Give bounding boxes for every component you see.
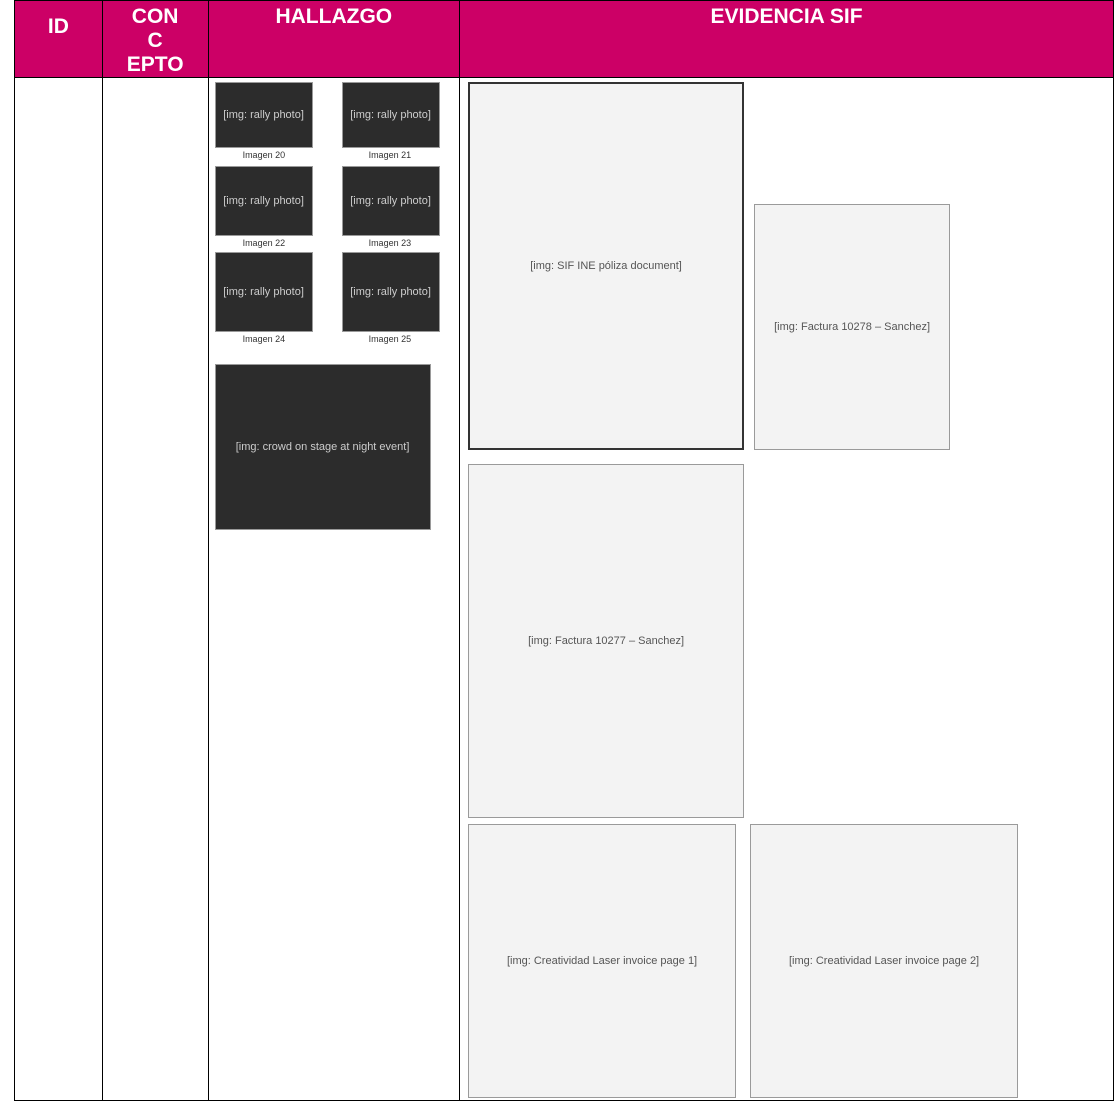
cell-hallazgo: [img: rally photo] Imagen 20 [img: rally… <box>207 77 461 1101</box>
cell-id <box>14 77 103 1101</box>
evidencia-images: [img: SIF INE póliza document] [img: Fac… <box>460 78 1113 1100</box>
creatividad-laser-page-1: [img: Creatividad Laser invoice page 1] <box>468 824 737 1098</box>
findings-table: ID CONC EPTO HALLAZGO EVIDENCIA SIF [img… <box>14 0 1114 1101</box>
photo-21: [img: rally photo] <box>341 82 440 148</box>
caption-20: Imagen 20 <box>242 150 286 160</box>
stage-photo: [img: crowd on stage at night event] <box>214 364 431 530</box>
photo-20: [img: rally photo] <box>214 82 313 148</box>
factura-10277-image: [img: Factura 10277 – Sanchez] <box>468 464 745 818</box>
hallazgo-images: [img: rally photo] Imagen 20 [img: rally… <box>209 78 459 1100</box>
photo-22: [img: rally photo] <box>214 166 313 236</box>
finding-row: [img: rally photo] Imagen 20 [img: rally… <box>14 77 1114 1101</box>
header-id: ID <box>14 0 103 78</box>
factura-10278-image: [img: Factura 10278 – Sanchez] <box>754 204 951 450</box>
caption-23: Imagen 23 <box>368 238 412 248</box>
header-concepto: CONC EPTO <box>101 0 209 78</box>
cell-concepto <box>101 77 209 1101</box>
photo-23: [img: rally photo] <box>341 166 440 236</box>
header-evidencia: EVIDENCIA SIF <box>459 0 1114 78</box>
header-hallazgo: HALLAZGO <box>207 0 461 78</box>
photo-25: [img: rally photo] <box>341 252 440 332</box>
header-concepto-label: CONC EPTO <box>126 5 184 76</box>
cell-evidencia: [img: SIF INE póliza document] [img: Fac… <box>459 77 1114 1101</box>
caption-25: Imagen 25 <box>368 334 412 344</box>
caption-21: Imagen 21 <box>368 150 412 160</box>
header-row: ID CONC EPTO HALLAZGO EVIDENCIA SIF <box>14 0 1114 78</box>
sif-poliza-image: [img: SIF INE póliza document] <box>468 82 745 450</box>
photo-24: [img: rally photo] <box>214 252 313 332</box>
caption-24: Imagen 24 <box>242 334 286 344</box>
caption-22: Imagen 22 <box>242 238 286 248</box>
creatividad-laser-page-2: [img: Creatividad Laser invoice page 2] <box>750 824 1019 1098</box>
